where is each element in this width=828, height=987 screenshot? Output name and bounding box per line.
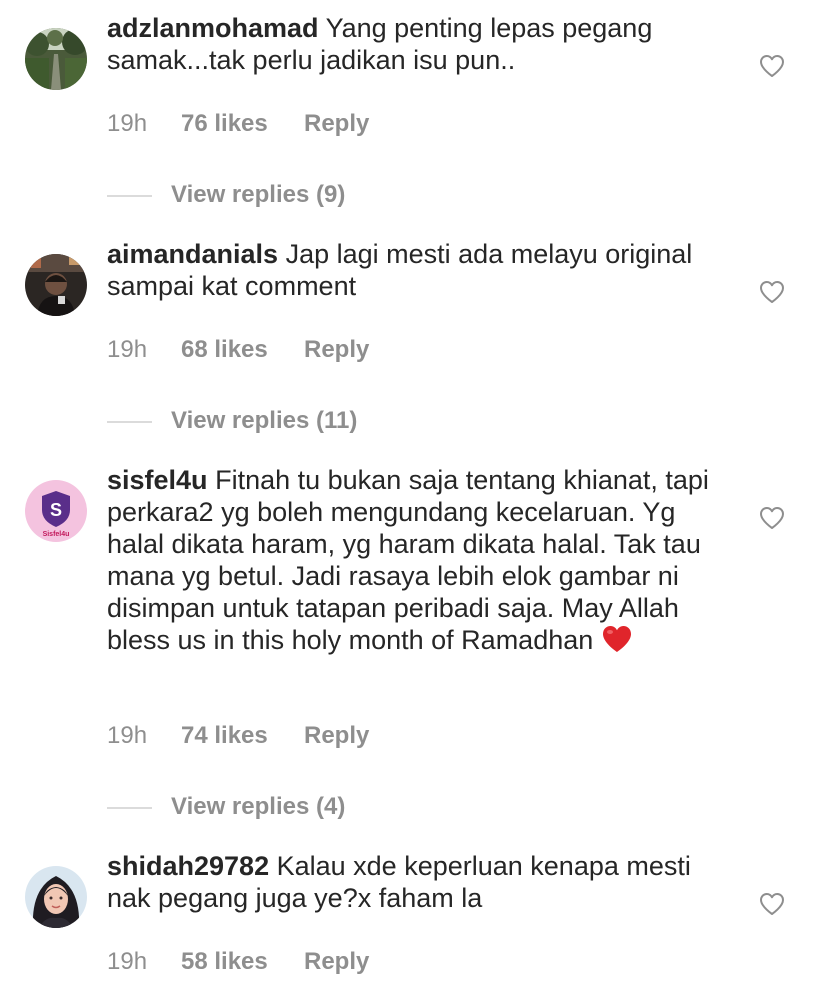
view-replies-label: View replies (11)	[171, 407, 358, 434]
comment-meta: 19h 58 likes Reply	[107, 948, 369, 976]
avatar-brand-text: Sisfel4u	[43, 531, 70, 538]
heart-outline-icon[interactable]	[759, 892, 785, 916]
comment-meta: 19h 76 likes Reply	[107, 110, 369, 138]
view-replies-button[interactable]: View replies (4)	[107, 792, 345, 822]
reply-button[interactable]: Reply	[304, 336, 369, 364]
comment-time: 19h	[107, 948, 148, 975]
comment-time: 19h	[107, 336, 148, 363]
comment-text: shidah29782 Kalau xde keperluan kenapa m…	[107, 850, 717, 914]
heart-outline-icon[interactable]	[759, 54, 785, 78]
comment-text: adzlanmohamad Yang penting lepas pegang …	[107, 12, 717, 76]
avatar[interactable]: S Sisfel4u	[25, 480, 87, 542]
red-heart-emoji-icon	[602, 626, 631, 652]
avatar[interactable]	[25, 254, 87, 316]
likes-count[interactable]: 74 likes	[181, 722, 304, 750]
avatar[interactable]	[25, 866, 87, 928]
view-replies-button[interactable]: View replies (11)	[107, 406, 357, 436]
comment-username[interactable]: sisfel4u	[107, 465, 208, 495]
view-replies-label: View replies (9)	[171, 181, 346, 208]
comment-meta: 19h 68 likes Reply	[107, 336, 369, 364]
divider-line	[107, 806, 152, 809]
avatar[interactable]	[25, 28, 87, 90]
comment-username[interactable]: adzlanmohamad	[107, 13, 319, 43]
divider-line	[107, 420, 152, 423]
heart-outline-icon[interactable]	[759, 280, 785, 304]
comment-time: 19h	[107, 722, 148, 749]
reply-button[interactable]: Reply	[304, 948, 369, 976]
reply-button[interactable]: Reply	[304, 110, 369, 138]
comment-meta: 19h 74 likes Reply	[107, 722, 369, 750]
comment-username[interactable]: shidah29782	[107, 851, 269, 881]
comment-username[interactable]: aimandanials	[107, 239, 278, 269]
likes-count[interactable]: 58 likes	[181, 948, 304, 976]
likes-count[interactable]: 68 likes	[181, 336, 304, 364]
heart-outline-icon[interactable]	[759, 506, 785, 530]
comment-text: aimandanials Jap lagi mesti ada melayu o…	[107, 238, 717, 302]
view-replies-label: View replies (4)	[171, 793, 346, 820]
reply-button[interactable]: Reply	[304, 722, 369, 750]
comment-time: 19h	[107, 110, 148, 137]
view-replies-button[interactable]: View replies (9)	[107, 180, 345, 210]
divider-line	[107, 194, 152, 197]
likes-count[interactable]: 76 likes	[181, 110, 304, 138]
comment-text: sisfel4u Fitnah tu bukan saja tentang kh…	[107, 464, 717, 656]
avatar-letter: S	[50, 500, 62, 520]
